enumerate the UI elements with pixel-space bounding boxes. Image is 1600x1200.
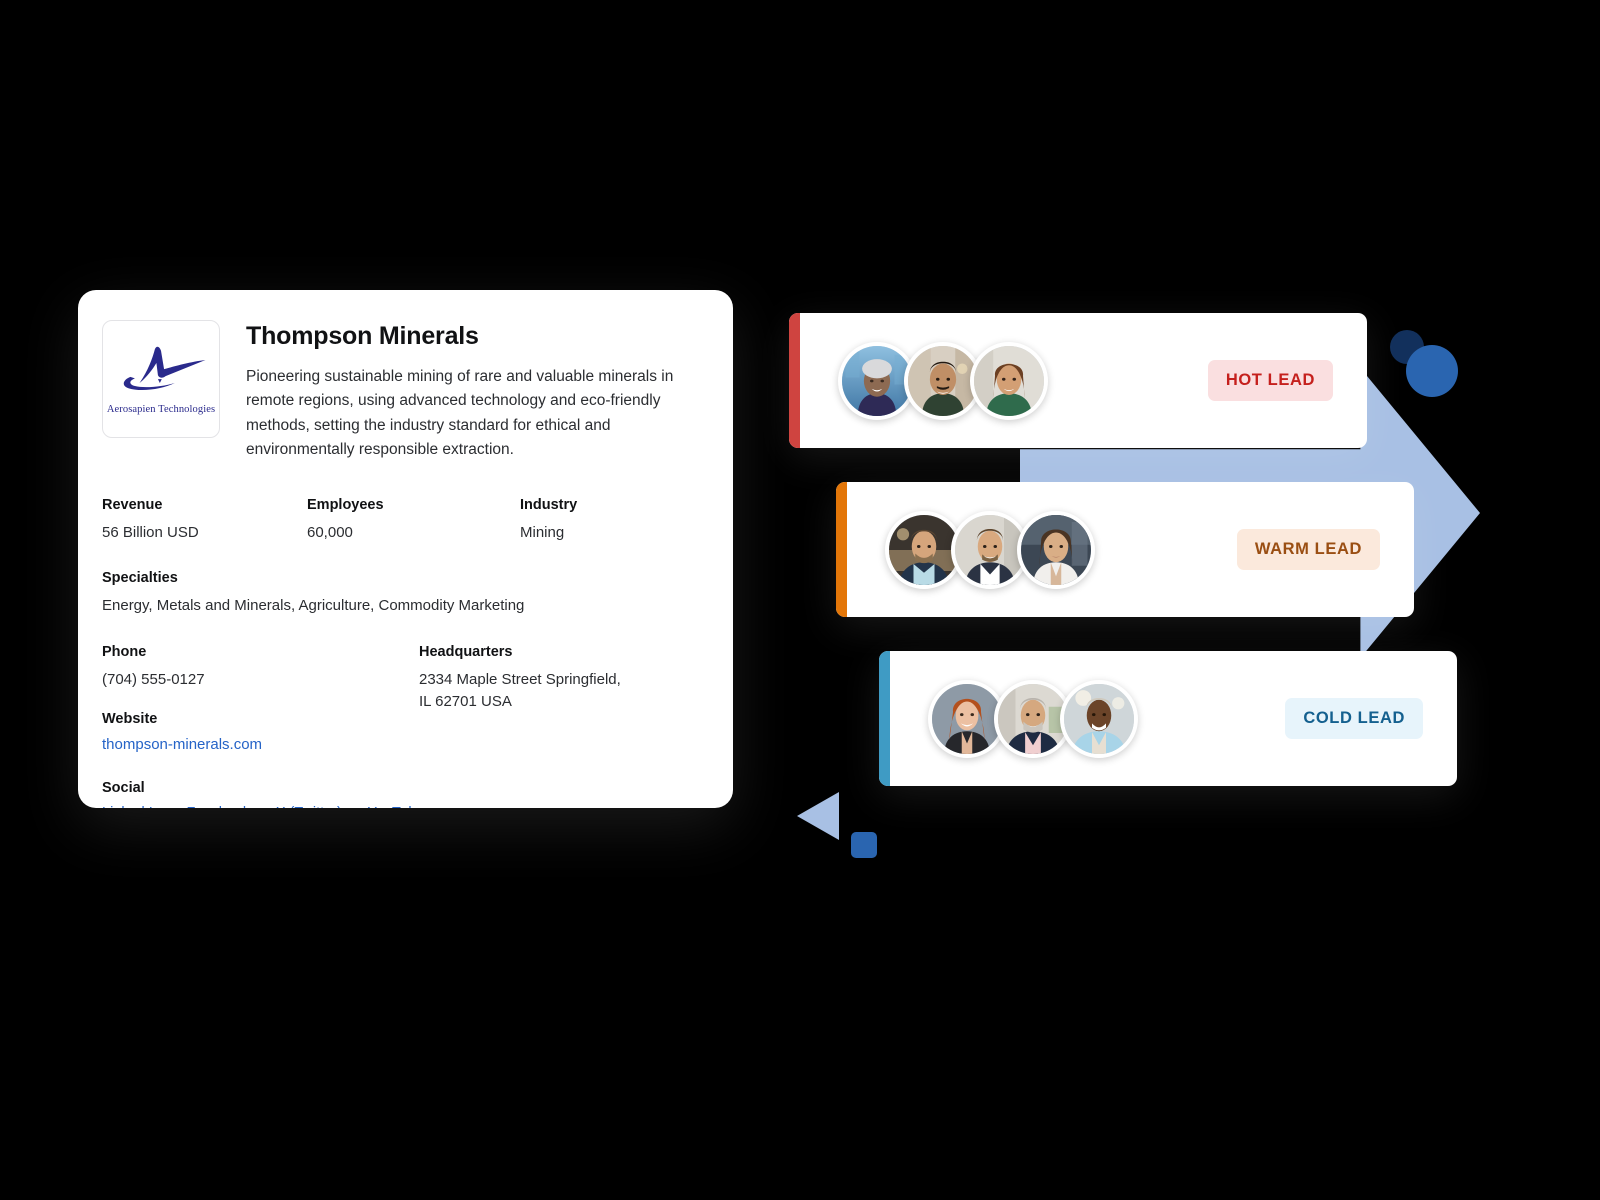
person-portrait-icon [908, 345, 978, 416]
headquarters-line-2: IL 62701 USA [419, 693, 512, 711]
headquarters-label: Headquarters [419, 643, 513, 660]
social-separator: | [353, 805, 357, 808]
lead-accent-bar-cold [879, 651, 890, 786]
industry-label: Industry [520, 496, 578, 513]
avatar[interactable] [1060, 679, 1138, 758]
person-portrait-icon [842, 345, 912, 416]
person-portrait-icon [998, 683, 1068, 754]
company-logo: Aerosapien Technologies [102, 320, 220, 438]
website-label: Website [102, 711, 158, 728]
website-link[interactable]: thompson-minerals.com [102, 736, 262, 753]
employees-value: 60,000 [307, 523, 353, 541]
lead-badge-hot[interactable]: HOT LEAD [1207, 360, 1333, 401]
company-stats-row: Revenue 56 Billion USD Employees 60,000 … [102, 497, 705, 545]
specialties-block: Specialties Energy, Metals and Minerals,… [102, 570, 705, 618]
person-portrait-icon [955, 514, 1025, 585]
lead-badge-cold[interactable]: COLD LEAD [1285, 698, 1423, 739]
lead-accent-bar-warm [836, 482, 847, 617]
logo-wordmark: Aerosapien Technologies [106, 403, 216, 415]
company-profile-card: Aerosapien Technologies Thompson Mineral… [78, 290, 733, 808]
person-portrait-icon [1021, 514, 1091, 585]
person-portrait-icon [932, 683, 1002, 754]
employees-label: Employees [307, 496, 384, 513]
industry-value: Mining [520, 523, 565, 541]
contact-columns: Phone (704) 555-0127 Website thompson-mi… [102, 644, 705, 755]
person-portrait-icon [889, 514, 959, 585]
phone-value: (704) 555-0127 [102, 670, 205, 688]
company-name: Thompson Minerals [246, 322, 479, 350]
avatar-group-hot [838, 341, 1048, 420]
social-separator: | [261, 805, 265, 808]
blue-dot-decoration [1406, 345, 1458, 397]
aerosapien-logo-icon [123, 346, 206, 390]
specialties-value: Energy, Metals and Minerals, Agriculture… [102, 597, 525, 615]
social-label: Social [102, 780, 145, 797]
screenshot-canvas: Aerosapien Technologies Thompson Mineral… [0, 0, 1600, 1200]
stat-employees: Employees 60,000 [307, 497, 520, 545]
social-block: Social Linked In | Facebook | X (Twitter… [102, 780, 705, 808]
contact-left-column: Phone (704) 555-0127 Website thompson-mi… [102, 644, 419, 755]
revenue-value: 56 Billion USD [102, 523, 199, 541]
avatar[interactable] [970, 341, 1048, 420]
contact-right-column: Headquarters 2334 Maple Street Springfie… [419, 644, 621, 755]
avatar-group-warm [885, 510, 1095, 589]
social-separator: | [172, 805, 176, 808]
blue-square-decoration [851, 832, 877, 858]
specialties-label: Specialties [102, 570, 178, 587]
social-link-youtube[interactable]: YouTube [368, 805, 425, 808]
website-block: Website thompson-minerals.com [102, 711, 419, 754]
avatar[interactable] [1017, 510, 1095, 589]
revenue-label: Revenue [102, 496, 163, 513]
lead-accent-bar-hot [789, 313, 800, 448]
social-links-row: Linked In | Facebook | X (Twitter) | You… [102, 805, 705, 808]
social-link-facebook[interactable]: Facebook [187, 805, 251, 808]
left-triangle-decoration [797, 792, 839, 840]
lead-card-cold[interactable]: COLD LEAD [879, 651, 1457, 786]
headquarters-line-1: 2334 Maple Street Springfield, [419, 670, 621, 688]
company-header-text: Thompson Minerals Pioneering sustainable… [246, 320, 705, 463]
social-link-linkedin[interactable]: Linked In [102, 805, 161, 808]
lead-card-body-cold: COLD LEAD [890, 651, 1457, 786]
stat-industry: Industry Mining [520, 497, 700, 545]
lead-card-hot[interactable]: HOT LEAD [789, 313, 1367, 448]
social-link-x-twitter[interactable]: X (Twitter) [276, 805, 342, 808]
lead-card-body-hot: HOT LEAD [800, 313, 1367, 448]
lead-badge-warm[interactable]: WARM LEAD [1236, 529, 1380, 570]
person-portrait-icon [974, 345, 1044, 416]
company-card-header: Aerosapien Technologies Thompson Mineral… [102, 320, 705, 463]
person-portrait-icon [1064, 683, 1134, 754]
stat-revenue: Revenue 56 Billion USD [102, 497, 307, 545]
lead-card-body-warm: WARM LEAD [847, 482, 1414, 617]
avatar-group-cold [928, 679, 1138, 758]
lead-card-warm[interactable]: WARM LEAD [836, 482, 1414, 617]
phone-label: Phone [102, 643, 147, 660]
company-description: Pioneering sustainable mining of rare an… [246, 368, 674, 459]
